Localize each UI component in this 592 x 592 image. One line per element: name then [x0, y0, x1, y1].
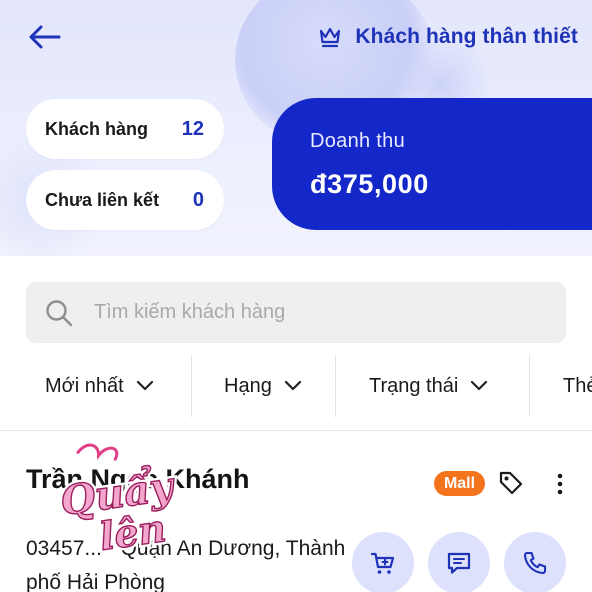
filter-label: Hạng: [224, 374, 272, 397]
filter-label: Mới nhất: [45, 374, 124, 397]
revenue-value: đ375,000: [310, 169, 429, 199]
mall-badge: Mall: [434, 471, 485, 496]
rank-filter-dropdown[interactable]: Hạng: [192, 355, 335, 417]
message-button[interactable]: [428, 532, 490, 592]
unlinked-count-label: Chưa liên kết: [45, 189, 160, 210]
tag-button[interactable]: [498, 470, 524, 496]
status-filter-dropdown[interactable]: Trạng thái: [336, 355, 529, 417]
svg-text:lên: lên: [97, 505, 169, 559]
filter-bar: Mới nhất Hạng Trạng thái Thẻ: [0, 355, 592, 417]
header-banner: Khách hàng thân thiết Khách hàng 12 Chưa…: [0, 0, 592, 256]
back-button[interactable]: [24, 20, 64, 54]
arrow-left-icon: [29, 25, 61, 49]
search-bar[interactable]: [26, 282, 566, 343]
message-icon: [447, 552, 471, 574]
loyalty-customers-link[interactable]: Khách hàng thân thiết: [317, 20, 578, 54]
section-divider: [0, 430, 592, 431]
chevron-down-icon: [136, 380, 153, 391]
cart-icon: [370, 552, 395, 574]
customers-count-card[interactable]: Khách hàng 12: [26, 99, 224, 159]
revenue-label: Doanh thu: [310, 130, 405, 152]
crown-icon: [320, 27, 341, 48]
call-button[interactable]: [504, 532, 566, 592]
search-input[interactable]: [94, 292, 534, 333]
unlinked-count-card[interactable]: Chưa liên kết 0: [26, 170, 224, 230]
search-icon: [46, 299, 73, 326]
customers-count-label: Khách hàng: [45, 118, 149, 139]
sticker-overlay: Quẩy Quẩy lên lên: [55, 441, 182, 562]
order-button[interactable]: [352, 532, 414, 592]
filter-label: Thẻ: [563, 374, 592, 397]
filter-label: Trạng thái: [369, 374, 459, 397]
tag-icon: [499, 471, 523, 495]
phone-icon: [523, 551, 547, 575]
customers-count-value: 12: [181, 117, 204, 140]
tag-filter-dropdown[interactable]: Thẻ: [530, 355, 592, 417]
sort-newest-dropdown[interactable]: Mới nhất: [0, 355, 191, 417]
chevron-down-icon: [471, 380, 488, 391]
unlinked-count-value: 0: [192, 188, 204, 211]
more-options-button[interactable]: [548, 470, 572, 498]
revenue-card: Doanh thu đ375,000: [272, 98, 592, 230]
loyalty-label: Khách hàng thân thiết: [355, 25, 578, 48]
more-vertical-icon: [557, 473, 563, 495]
chevron-down-icon: [284, 380, 301, 391]
